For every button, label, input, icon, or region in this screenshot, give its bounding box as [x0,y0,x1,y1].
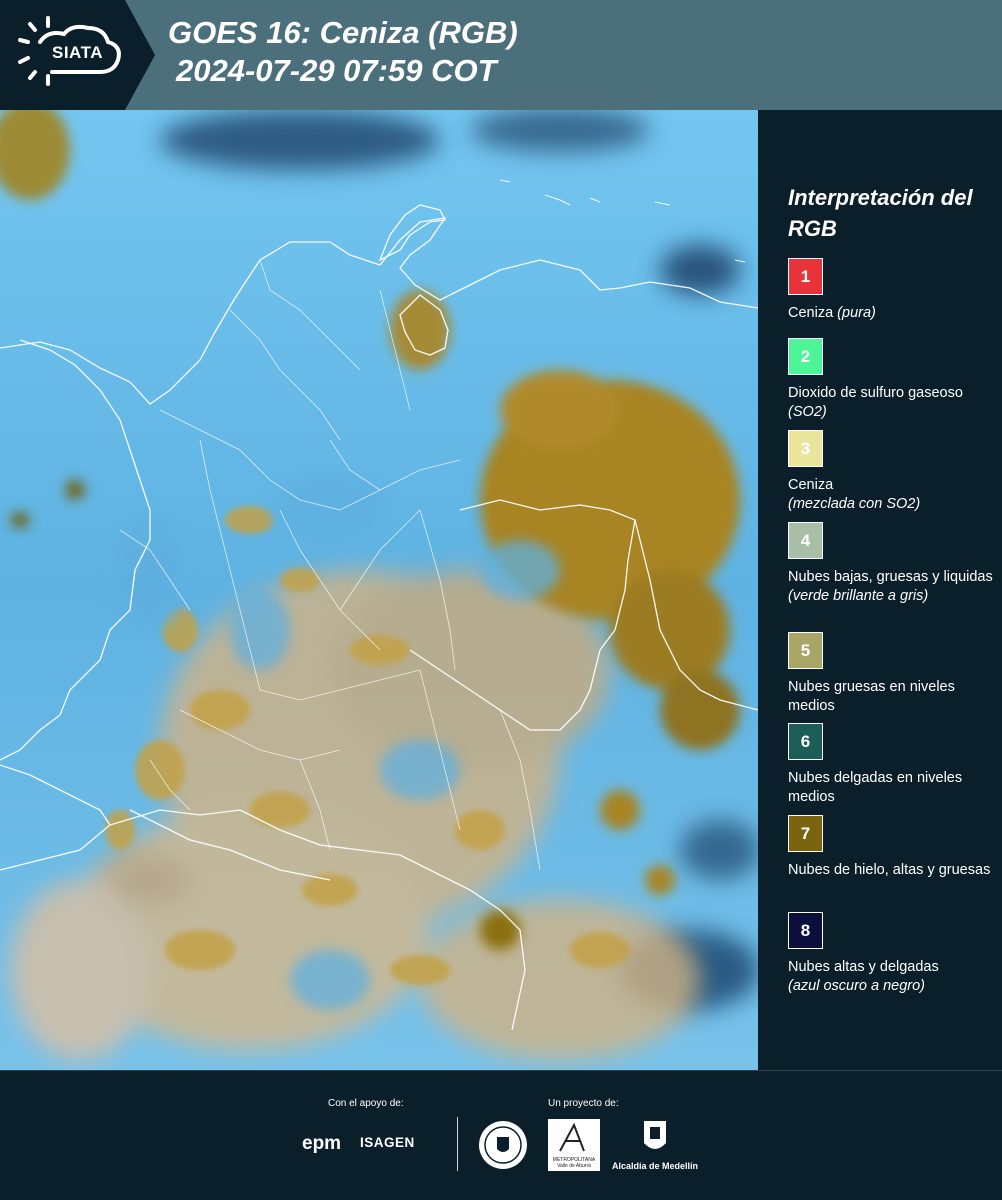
siata-logo-text: SIATA [52,43,103,62]
footer-divider [457,1117,458,1171]
legend-label-text: Nubes bajas, gruesas y liquidas [788,569,993,585]
timestamp: 2024-07-29 07:59 COT [176,53,497,88]
legend-item: 7 Nubes de hielo, altas y gruesas [788,815,998,880]
legend-swatch: 8 [788,912,823,949]
legend-note: (SO2) [788,404,827,420]
legend-swatch: 4 [788,522,823,559]
legend-label: Nubes de hielo, altas y gruesas [788,861,998,880]
satellite-map[interactable] [0,110,758,1070]
isagen-logo[interactable]: ISAGEN [360,1135,415,1150]
legend-note: (verde brillante a gris) [788,588,929,604]
support-label: Con el apoyo de: [328,1098,404,1109]
legend-item: 3 Ceniza (mezclada con SO2) [788,430,998,514]
legend-label-text: Dioxido de sulfuro gaseoso [788,385,963,401]
legend-label: Nubes delgadas en niveles medios [788,769,998,807]
footer: Con el apoyo de: Un proyecto de: epm ISA… [0,1070,1002,1200]
university-seal-icon[interactable] [477,1119,529,1171]
legend-item: 4 Nubes bajas, gruesas y liquidas (verde b… [788,522,998,606]
legend-label: Nubes altas y delgadas (azul oscuro a neg… [788,958,998,996]
alcaldia-shield-icon[interactable] [642,1119,668,1157]
alcaldia-label: Alcaldía de Medellín [612,1161,699,1171]
legend-item: 2 Dioxido de sulfuro gaseoso (SO2) [788,338,998,422]
legend-swatch: 3 [788,430,823,467]
legend-swatch: 5 [788,632,823,669]
legend-label: Ceniza (mezclada con SO2) [788,476,998,514]
legend-item: 8 Nubes altas y delgadas (azul oscuro a ne… [788,912,998,996]
legend-swatch: 7 [788,815,823,852]
legend-panel: Interpretación del RGB 1 Ceniza (pura) 2 Di… [760,110,1002,1070]
project-label: Un proyecto de: [548,1098,619,1109]
area-metropolitana-logo[interactable]: METROPOLITANA Valle de Aburrá [548,1119,600,1171]
legend-label-text: Ceniza [788,305,834,321]
legend-swatch: 2 [788,338,823,375]
legend-swatch: 1 [788,258,823,295]
siata-logo[interactable]: SIATA [0,0,155,110]
header-bar: SIATA GOES 16: Ceniza (RGB) 2024-07-29 0… [0,0,1002,110]
legend-note: (mezclada con SO2) [788,496,921,512]
legend-item: 5 Nubes gruesas en niveles medios [788,632,998,716]
page-title: GOES 16: Ceniza (RGB) [168,15,518,50]
area-metropolitana-icon [559,1122,585,1152]
legend-item: 1 Ceniza (pura) [788,258,998,323]
legend-title: Interpretación del RGB [788,185,973,241]
legend-item: 6 Nubes delgadas en niveles medios [788,723,998,807]
area-metropolitana-label: METROPOLITANA Valle de Aburrá [552,1157,596,1169]
legend-label: Ceniza (pura) [788,304,998,323]
legend-label-text: Nubes de hielo, altas y gruesas [788,862,991,878]
satellite-image [0,110,758,1070]
legend-label: Nubes gruesas en niveles medios [788,678,998,716]
legend-label: Nubes bajas, gruesas y liquidas (verde br… [788,568,998,606]
legend-label-text: Nubes delgadas en niveles medios [788,770,963,805]
legend-note: (azul oscuro a negro) [788,978,926,994]
legend-label-text: Ceniza [788,477,834,493]
legend-label-text: Nubes altas y delgadas [788,959,939,975]
legend-note: (pura) [837,305,876,321]
epm-logo[interactable]: epm [302,1133,341,1155]
legend-swatch: 6 [788,723,823,760]
legend-label-text: Nubes gruesas en niveles medios [788,679,955,714]
legend-label: Dioxido de sulfuro gaseoso (SO2) [788,384,998,422]
